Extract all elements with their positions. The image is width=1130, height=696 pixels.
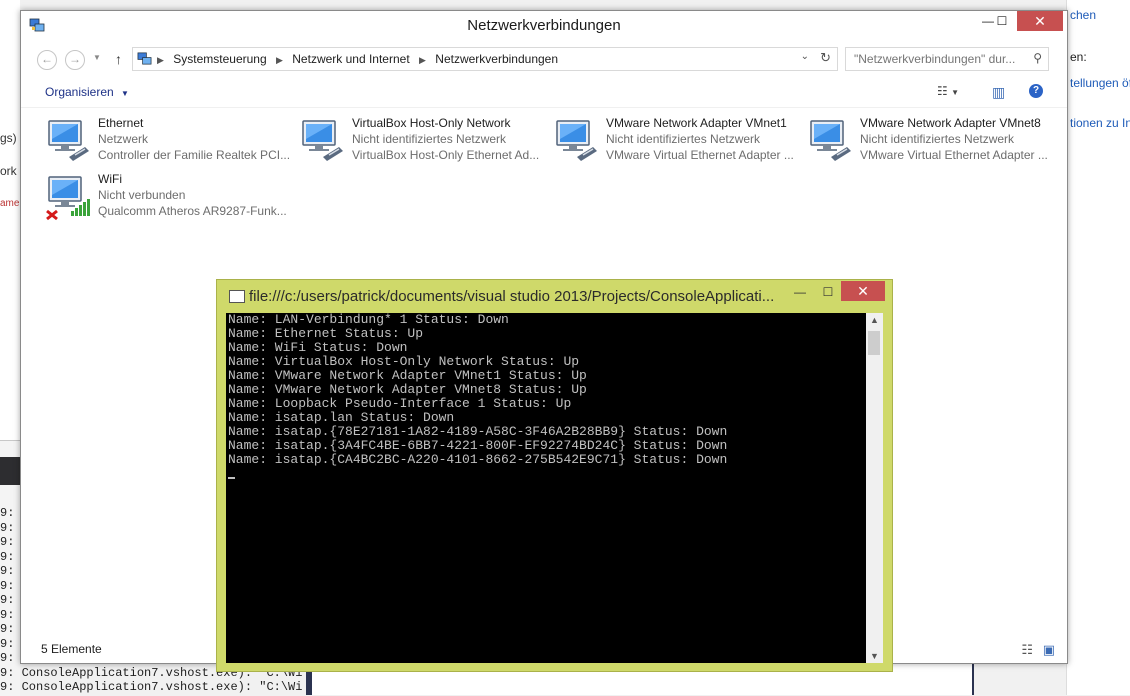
address-dropdown-icon[interactable]: ⌄ [801,51,809,62]
search-icon[interactable]: ⚲ [1033,51,1042,65]
background-link[interactable]: chen [1070,8,1096,22]
console-line: Name: Ethernet Status: Up [228,326,424,341]
breadcrumb: ▶ Systemsteuerung ▶ Netzwerk und Interne… [157,52,564,66]
chevron-down-icon: ▼ [121,89,129,98]
change-view-icon[interactable]: ☷ ▼ [937,84,959,98]
console-line: Name: isatap.{78E27181-1A82-4189-A58C-3F… [228,424,728,439]
scroll-down-icon[interactable]: ▼ [866,651,883,661]
maximize-button[interactable]: ☐ [987,11,1017,31]
console-line: Name: Loopback Pseudo-Interface 1 Status… [228,396,572,411]
control-panel-icon [137,52,152,65]
connection-adapter: Controller der Familie Realtek PCI... [98,148,291,162]
console-scrollbar[interactable]: ▲ ▼ [866,313,883,663]
back-arrow-icon[interactable]: ← [37,50,57,70]
connection-name: VMware Network Adapter VMnet8 [860,116,1041,130]
breadcrumb-item[interactable]: Netzwerkverbindungen [435,52,558,66]
background-fragment: gs) [0,131,17,145]
background-window-right: chen en: tellungen öf tionen zu In [1066,0,1130,695]
connection-adapter: VMware Virtual Ethernet Adapter ... [860,148,1048,162]
preview-pane-icon[interactable]: ▥ [992,84,1005,101]
connection-item[interactable]: VirtualBox Host-Only Network Nicht identi… [299,115,549,167]
scroll-up-icon[interactable]: ▲ [866,315,883,325]
ethernet-adapter-icon [810,120,851,161]
text-cursor [228,477,235,479]
search-input[interactable] [852,51,1026,67]
chevron-right-icon[interactable]: ▶ [157,55,164,65]
console-line: Name: VMware Network Adapter VMnet8 Stat… [228,382,587,397]
console-maximize-button[interactable]: ☐ [813,282,843,302]
ethernet-adapter-icon [48,120,89,161]
chevron-right-icon[interactable]: ▶ [276,55,283,65]
organize-label: Organisieren [45,85,114,99]
connection-adapter: Qualcomm Atheros AR9287-Funk... [98,204,287,218]
ethernet-adapter-icon [556,120,597,161]
forward-arrow-icon[interactable]: → [65,50,85,70]
console-window: file:///c:/users/patrick/documents/visua… [216,279,893,672]
connection-name: Ethernet [98,116,144,130]
connection-name: VirtualBox Host-Only Network [352,116,511,130]
connection-status: Netzwerk [98,132,149,146]
view-toggle-icons: ☷ ▣ [1021,642,1055,658]
address-row: ← → ▼ ↑ ▶ Systemsteuerung ▶ Netzwerk und… [21,41,1067,77]
console-output[interactable]: Name: LAN-Verbindung* 1 Status: Down Nam… [226,313,866,663]
connection-adapter: VirtualBox Host-Only Ethernet Ad... [352,148,540,162]
console-line: Name: LAN-Verbindung* 1 Status: Down [228,312,509,327]
connection-text: WiFi Nicht verbunden Qualcomm Atheros AR92… [98,171,287,219]
connection-name: VMware Network Adapter VMnet1 [606,116,787,130]
breadcrumb-item[interactable]: Systemsteuerung [173,52,266,66]
console-icon [229,290,245,303]
close-button[interactable]: ✕ [1017,11,1063,31]
console-line: Name: isatap.{3A4FC4BE-6BB7-4221-800F-EF… [228,438,728,453]
console-line: Name: isatap.lan Status: Down [228,410,455,425]
address-bar[interactable]: ▶ Systemsteuerung ▶ Netzwerk und Interne… [132,47,838,71]
console-line: Name: WiFi Status: Down [228,340,408,355]
connection-status: Nicht identifiziertes Netzwerk [606,132,761,146]
connection-adapter: VMware Virtual Ethernet Adapter ... [606,148,794,162]
background-output-line: 9: ConsoleApplication7.vshost.exe): "C:\… [0,680,303,694]
up-arrow-icon[interactable]: ↑ [115,51,122,67]
background-link[interactable]: tionen zu In [1070,116,1130,130]
window-title: Netzwerkverbindungen [467,17,621,34]
connection-text: VMware Network Adapter VMnet8 Nicht ident… [860,115,1048,163]
background-link[interactable]: tellungen öf [1070,76,1130,90]
recent-locations-chevron-icon[interactable]: ▼ [93,53,101,62]
ethernet-adapter-icon [302,120,343,161]
breadcrumb-item[interactable]: Netzwerk und Internet [292,52,409,66]
console-line: Name: isatap.{CA4BC2BC-A220-4101-8662-27… [228,452,728,467]
connection-status: Nicht identifiziertes Netzwerk [352,132,507,146]
item-count: 5 Elemente [41,642,102,656]
connection-status: Nicht identifiziertes Netzwerk [860,132,1015,146]
connection-status: Nicht verbunden [98,188,186,202]
console-title: file:///c:/users/patrick/documents/visua… [249,288,775,305]
large-icons-view-icon[interactable]: ▣ [1043,642,1055,657]
title-bar[interactable]: Netzwerkverbindungen — ☐ ✕ [21,11,1067,41]
output-pane-header [0,457,20,485]
background-label: en: [1070,50,1087,64]
connection-text: Ethernet Netzwerk Controller der Familie R… [98,115,290,163]
connection-item[interactable]: WiFi Nicht verbunden Qualcomm Atheros AR92… [45,171,295,223]
console-text: Name: LAN-Verbindung* 1 Status: Down Nam… [228,313,727,467]
organize-menu[interactable]: Organisieren ▼ [45,85,129,99]
connection-item[interactable]: VMware Network Adapter VMnet1 Nicht ident… [553,115,803,167]
details-view-icon[interactable]: ☷ [1021,642,1033,657]
console-line: Name: VirtualBox Host-Only Network Statu… [228,354,580,369]
console-close-button[interactable]: ✕ [841,281,885,301]
connection-item[interactable]: Ethernet Netzwerk Controller der Familie R… [45,115,295,167]
command-bar: Organisieren ▼ ☷ ▼ ▥ ? [21,79,1067,105]
wireless-adapter-icon [46,176,90,221]
divider [21,107,1067,108]
search-box[interactable]: ⚲ [845,47,1049,71]
connection-text: VMware Network Adapter VMnet1 Nicht ident… [606,115,794,163]
scroll-thumb[interactable] [868,331,880,355]
connection-text: VirtualBox Host-Only Network Nicht identi… [352,115,539,163]
background-fragment: ame [0,198,20,209]
console-line: Name: VMware Network Adapter VMnet1 Stat… [228,368,587,383]
chevron-right-icon[interactable]: ▶ [419,55,426,65]
connection-name: WiFi [98,172,122,186]
connection-item[interactable]: VMware Network Adapter VMnet8 Nicht ident… [807,115,1057,167]
refresh-icon[interactable]: ↻ [820,50,831,66]
console-minimize-button[interactable]: — [785,282,815,302]
background-fragment: ork [0,164,17,178]
help-icon[interactable]: ? [1029,84,1043,98]
